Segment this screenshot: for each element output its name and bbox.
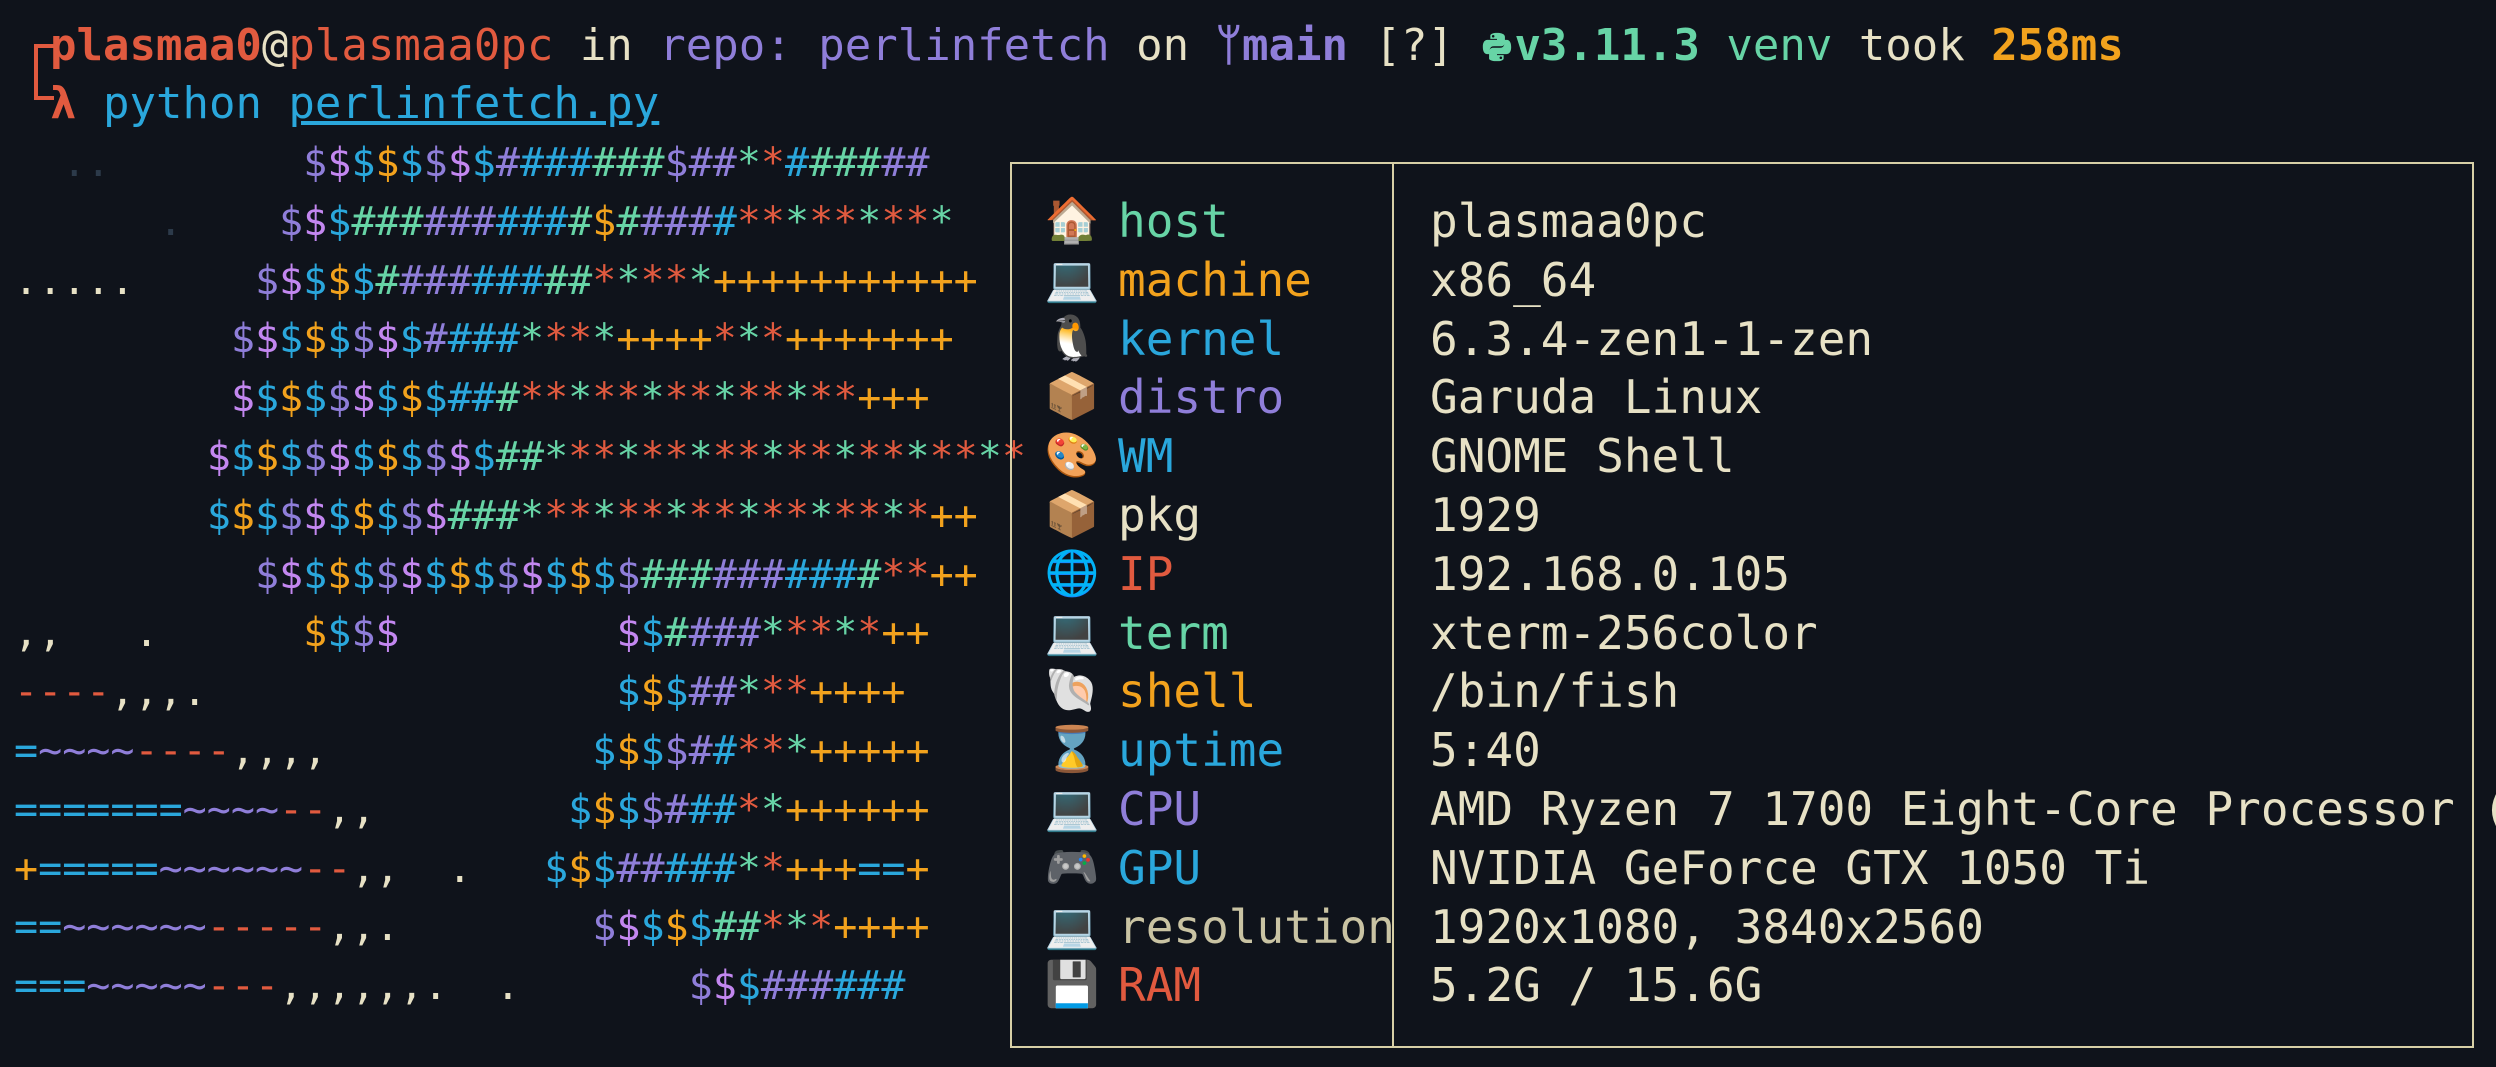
info-row-kernel: 🐧 kernel 6.3.4-zen1-1-zen <box>1040 310 2460 369</box>
info-row-resolution: 💻 resolution 1920x1080, 3840x2560 <box>1040 898 2460 957</box>
house-icon: 🏠 <box>1044 195 1100 246</box>
info-row-wm: 🎨 WM GNOME Shell <box>1040 427 2460 486</box>
hourglass-icon: ⌛ <box>1044 724 1100 776</box>
info-value: 5.2G / 15.6G <box>1430 958 1763 1013</box>
info-row-cpu: 💻 CPU AMD Ryzen 7 1700 Eight-Core Processo… <box>1040 780 2496 839</box>
prompt-repo-label: repo: <box>659 20 792 71</box>
ascii-line: $$$$$$$$$$###*****************++ <box>206 492 978 539</box>
info-value: x86_64 <box>1430 252 1597 307</box>
prompt-venv: venv <box>1699 20 1833 71</box>
info-key: kernel <box>1118 311 1285 366</box>
info-value: /bin/fish <box>1430 664 1680 719</box>
info-value: 5:40 <box>1430 723 1541 778</box>
info-row-host: 🏠 host plasmaa0pc <box>1040 192 2460 251</box>
info-value: 1920x1080, 3840x2560 <box>1430 899 1984 954</box>
info-value: 192.168.0.105 <box>1430 546 1791 601</box>
prompt-line: plasmaa0@plasmaa0pc in repo: perlinfetch… <box>50 18 2124 74</box>
ascii-line: =~~~~----,,,, $$$$##***+++++ <box>14 727 930 774</box>
info-value: GNOME Shell <box>1430 429 1735 484</box>
info-key: uptime <box>1118 723 1285 778</box>
info-key: host <box>1118 194 1229 248</box>
info-value: Garuda Linux <box>1430 370 1763 425</box>
info-row-gpu: 🎮 GPU NVIDIA GeForce GTX 1050 Ti <box>1040 839 2460 898</box>
prompt-user: plasmaa0 <box>50 20 262 71</box>
info-key: RAM <box>1118 958 1202 1013</box>
info-value: AMD Ryzen 7 1700 Eight-Core Processor (1… <box>1430 781 2496 836</box>
info-row-pkg: 📦 pkg 1929 <box>1040 486 2460 545</box>
shell-icon: 🐚 <box>1044 665 1100 717</box>
command-file-link[interactable]: perlinfetch.py <box>288 78 659 129</box>
prompt-duration: 258ms <box>1991 20 2124 71</box>
info-row-term: 💻 term xterm-256color <box>1040 604 2460 663</box>
info-value: 1929 <box>1430 487 1541 542</box>
laptop-icon: 💻 <box>1044 900 1100 952</box>
prompt-at: @ <box>261 20 289 71</box>
ascii-line: $$$$$$$$$$$$$$$$##########**++ <box>254 551 978 598</box>
ascii-line: $$$$$$$$$$$$##******************** <box>206 433 1026 480</box>
info-key: term <box>1118 605 1229 660</box>
ascii-line: =======~~~~--,, $$$$###**++++++ <box>14 786 930 833</box>
ascii-line: ..... $$$$$#########*****+++++++++++ <box>14 257 978 304</box>
ascii-line: . $$$##########$#####********* <box>158 198 954 245</box>
info-key: resolution <box>1118 899 1395 954</box>
palette-icon: 🎨 <box>1044 430 1100 482</box>
command-name: python <box>76 78 289 129</box>
info-key: pkg <box>1118 487 1202 542</box>
gamepad-icon: 🎮 <box>1044 841 1100 893</box>
info-value: NVIDIA GeForce GTX 1050 Ti <box>1430 840 2151 895</box>
package-icon: 📦 <box>1044 488 1100 540</box>
info-value: xterm-256color <box>1430 605 1818 660</box>
laptop-icon: 💻 <box>1044 782 1100 834</box>
info-value: plasmaa0pc <box>1430 194 1707 248</box>
ascii-line: ==~~~~~~-----,,. $$$$$##***++++ <box>14 904 930 951</box>
python-version: v3.11.3 <box>1514 20 1700 71</box>
ascii-line: +=====~~~~~~--,, . $$$#####**+++==+ <box>14 845 930 892</box>
ascii-art: .. $$$$$$$$#######$##**###### . $$$#####… <box>14 134 1026 1016</box>
branch-icon: ᛘ <box>1215 20 1243 71</box>
floppy-disk-icon: 💾 <box>1044 959 1100 1011</box>
info-key: shell <box>1118 664 1257 719</box>
info-key: machine <box>1118 252 1312 307</box>
info-row-ram: 💾 RAM 5.2G / 15.6G <box>1040 956 2460 1015</box>
prompt-git-status: [?] <box>1347 20 1481 71</box>
globe-icon: 🌐 <box>1044 547 1100 599</box>
ascii-line: $$$$$$$$$###**************+++ <box>230 375 930 422</box>
prompt-took: took <box>1832 20 1992 71</box>
package-icon: 📦 <box>1044 371 1100 423</box>
prompt-host: plasmaa0pc <box>288 20 554 71</box>
prompt-on: on <box>1109 20 1216 71</box>
penguin-icon: 🐧 <box>1044 312 1100 364</box>
ascii-line: .. $$$$$$$$#######$##**###### <box>62 140 930 186</box>
ascii-line: ----,,,. $$$##***++++ <box>14 669 906 716</box>
info-row-ip: 🌐 IP 192.168.0.105 <box>1040 545 2460 604</box>
info-key: distro <box>1118 370 1285 425</box>
laptop-icon: 💻 <box>1044 253 1100 305</box>
ascii-line: ===~~~~~---,,,,,,. . $$$###### <box>14 963 906 1010</box>
lambda-icon: λ <box>50 78 77 129</box>
info-row-distro: 📦 distro Garuda Linux <box>1040 368 2460 427</box>
info-row-machine: 💻 machine x86_64 <box>1040 251 2460 310</box>
info-key: GPU <box>1118 840 1202 895</box>
info-key: WM <box>1118 429 1174 484</box>
python-icon <box>1480 20 1514 71</box>
info-table: 🏠 host plasmaa0pc 💻 machine x86_64 🐧 kernel 6.3.… <box>1040 192 2496 1015</box>
prompt-in: in <box>553 20 660 71</box>
info-row-uptime: ⌛ uptime 5:40 <box>1040 721 2460 780</box>
info-key: IP <box>1118 546 1174 601</box>
prompt-repo-name: perlinfetch <box>791 20 1110 71</box>
laptop-icon: 💻 <box>1044 606 1100 658</box>
info-key: CPU <box>1118 781 1202 836</box>
ascii-line: $$$$$$$$####****++++***+++++++ <box>230 316 954 363</box>
info-value: 6.3.4-zen1-1-zen <box>1430 311 1874 366</box>
ascii-line: ,, . $$$$ $$####*****++ <box>14 610 930 657</box>
info-row-shell: 🐚 shell/bin/fish <box>1040 662 2460 721</box>
command-line[interactable]: λ python perlinfetch.py <box>50 76 659 132</box>
prompt-branch: main <box>1242 20 1348 71</box>
